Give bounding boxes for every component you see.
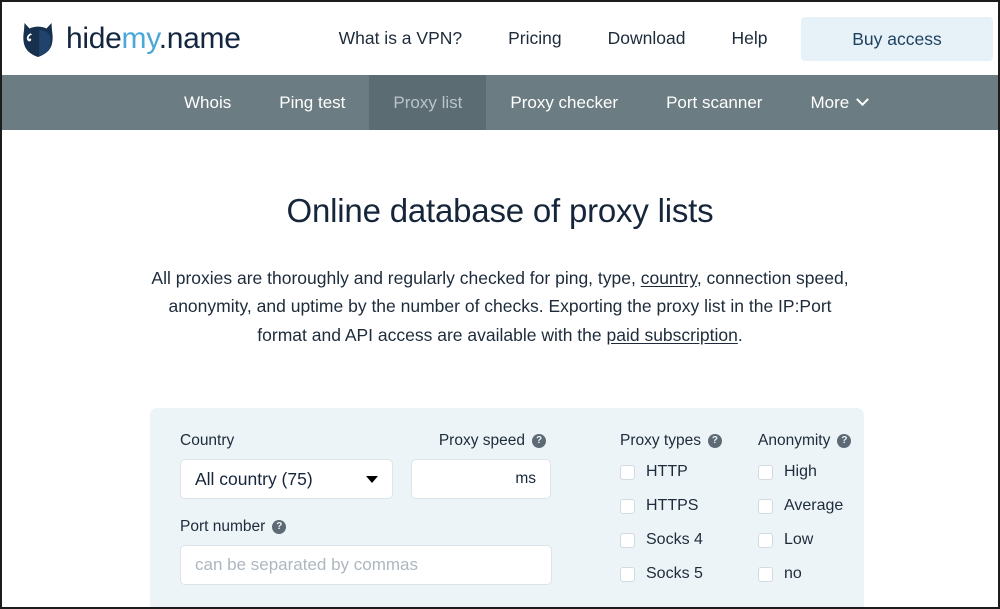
port-number-input[interactable]: can be separated by commas — [180, 545, 552, 585]
filter-column-checkboxes: Proxy types ? HTTP HTTPS Socks 4 Socks 5… — [582, 432, 872, 607]
nav-item-download[interactable]: Download — [608, 28, 686, 49]
checkbox-label-socks5: Socks 5 — [646, 565, 703, 582]
page-root: hidemy.name What is a VPN? Pricing Downl… — [0, 0, 1000, 609]
checkbox-label-high: High — [784, 463, 817, 480]
checkbox-average[interactable] — [758, 498, 773, 514]
nav-item-what-is-a-vpn[interactable]: What is a VPN? — [339, 28, 463, 49]
subnav-item-port-scanner[interactable]: Port scanner — [642, 75, 786, 130]
buy-access-button[interactable]: Buy access — [801, 17, 993, 61]
checkbox-row-low[interactable]: Low — [758, 531, 872, 549]
anonymity-group: Anonymity ? High Average Low no — [758, 432, 872, 607]
proxy-speed-input[interactable]: ms — [411, 459, 551, 499]
subnav-item-ping-test[interactable]: Ping test — [255, 75, 369, 130]
anonymity-label: Anonymity ? — [758, 432, 872, 450]
caret-down-icon — [366, 476, 378, 483]
checkbox-no[interactable] — [758, 566, 773, 582]
subnav-item-whois[interactable]: Whois — [160, 75, 255, 130]
tools-subnav: Whois Ping test Proxy list Proxy checker… — [2, 75, 998, 130]
proxy-types-label: Proxy types ? — [620, 432, 734, 450]
proxy-types-group: Proxy types ? HTTP HTTPS Socks 4 Socks 5 — [620, 432, 734, 607]
checkbox-label-average: Average — [784, 497, 844, 514]
checkbox-label-low: Low — [784, 531, 814, 548]
checkbox-socks5[interactable] — [620, 566, 635, 582]
main-content: Online database of proxy lists All proxi… — [2, 130, 998, 349]
proxy-types-label-text: Proxy types — [620, 432, 701, 449]
checkbox-https[interactable] — [620, 498, 635, 514]
help-circle-icon[interactable]: ? — [837, 434, 852, 448]
checkbox-row-socks4[interactable]: Socks 4 — [620, 531, 734, 549]
subnav-more-label: More — [810, 92, 850, 112]
page-description: All proxies are thoroughly and regularly… — [144, 264, 856, 349]
logo-text-name: .name — [158, 21, 241, 55]
checkbox-row-high[interactable]: High — [758, 463, 872, 481]
help-circle-icon[interactable]: ? — [707, 434, 722, 448]
help-circle-icon[interactable]: ? — [532, 434, 546, 448]
checkbox-row-average[interactable]: Average — [758, 497, 872, 515]
filter-column-left: Country Proxy speed ? All country (75) m… — [180, 432, 582, 607]
checkbox-http[interactable] — [620, 464, 635, 480]
description-text-3: . — [737, 324, 743, 345]
paid-subscription-link[interactable]: paid subscription — [607, 325, 738, 345]
logo-text: hidemy.name — [66, 21, 241, 55]
checkbox-label-https: HTTPS — [646, 497, 699, 514]
site-logo[interactable]: hidemy.name — [20, 20, 241, 58]
port-number-label: Port number ? — [180, 518, 287, 536]
checkbox-label-no: no — [784, 565, 802, 582]
checkbox-row-http[interactable]: HTTP — [620, 463, 734, 481]
subnav-item-proxy-list[interactable]: Proxy list — [369, 75, 487, 130]
port-number-label-text: Port number — [180, 518, 266, 535]
checkbox-low[interactable] — [758, 532, 773, 548]
proxy-filter-panel: Country Proxy speed ? All country (75) m… — [150, 408, 864, 607]
shield-cat-logo-icon — [23, 22, 53, 57]
chevron-down-icon — [856, 93, 870, 107]
logo-text-my: my — [121, 21, 159, 55]
description-text-1: All proxies are thoroughly and regularly… — [151, 268, 641, 288]
checkbox-high[interactable] — [758, 464, 773, 480]
logo-text-hide: hide — [66, 21, 122, 55]
page-title: Online database of proxy lists — [286, 192, 714, 229]
country-label: Country — [180, 432, 235, 449]
checkbox-label-socks4: Socks 4 — [646, 531, 703, 548]
primary-nav: What is a VPN? Pricing Download Help — [339, 28, 768, 49]
checkbox-row-no[interactable]: no — [758, 565, 872, 583]
checkbox-row-https[interactable]: HTTPS — [620, 497, 734, 515]
country-link[interactable]: country — [641, 268, 697, 288]
filter-labels-row: Country Proxy speed ? — [180, 432, 582, 450]
checkbox-socks4[interactable] — [620, 532, 635, 548]
proxy-speed-label: Proxy speed ? — [412, 432, 554, 450]
subnav-item-more[interactable]: More — [786, 75, 891, 130]
anonymity-label-text: Anonymity — [758, 432, 831, 449]
nav-item-help[interactable]: Help — [731, 28, 767, 49]
port-number-label-row: Port number ? — [180, 518, 582, 536]
country-select[interactable]: All country (75) — [180, 459, 393, 499]
nav-item-pricing[interactable]: Pricing — [508, 28, 562, 49]
country-select-value: All country (75) — [195, 468, 313, 489]
proxy-speed-label-text: Proxy speed — [438, 432, 525, 449]
port-number-placeholder: can be separated by commas — [195, 555, 419, 574]
checkbox-row-socks5[interactable]: Socks 5 — [620, 565, 734, 583]
filter-inputs-row: All country (75) ms — [180, 459, 582, 499]
checkbox-label-http: HTTP — [646, 463, 688, 480]
help-circle-icon[interactable]: ? — [272, 520, 287, 534]
proxy-speed-suffix: ms — [515, 470, 536, 487]
site-header: hidemy.name What is a VPN? Pricing Downl… — [2, 2, 998, 75]
subnav-item-proxy-checker[interactable]: Proxy checker — [486, 75, 642, 130]
